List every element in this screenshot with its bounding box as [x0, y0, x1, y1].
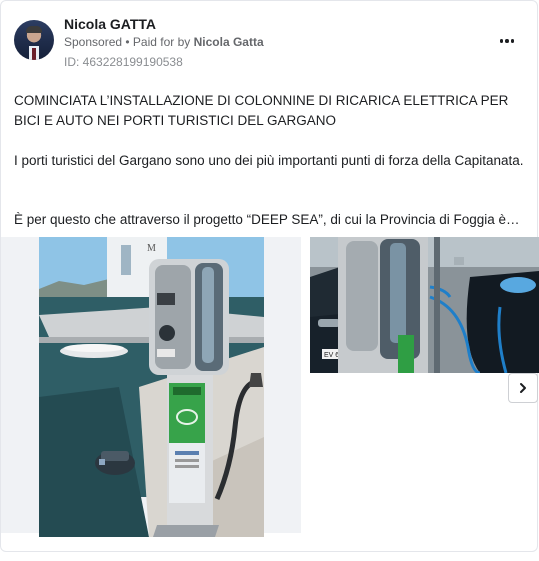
- author-name[interactable]: Nicola GATTA: [64, 16, 156, 32]
- post-text-headline: COMINCIATA L’INSTALLAZIONE DI COLONNINE …: [14, 93, 509, 128]
- more-horizontal-icon: [499, 39, 504, 43]
- ad-id: ID: 463228199190538: [64, 55, 183, 69]
- more-dot: [505, 39, 509, 43]
- avatar-hair: [26, 26, 42, 33]
- carousel-slide-1[interactable]: M: [1, 237, 301, 537]
- carousel-next-button[interactable]: [508, 373, 538, 403]
- carousel-slide-2[interactable]: EV 6.0MG: [310, 237, 539, 373]
- svg-text:M: M: [147, 243, 156, 254]
- more-dot: [510, 39, 515, 43]
- post-text-paragraph: I porti turistici del Gargano sono uno d…: [14, 153, 524, 168]
- media-carousel[interactable]: M EV: [1, 237, 539, 537]
- ad-post-card: Nicola GATTA Sponsored • Paid for by Nic…: [0, 0, 539, 552]
- post-text-truncated[interactable]: È per questo che attraverso il progetto …: [14, 210, 529, 230]
- sponsored-label: Sponsored: [64, 35, 123, 49]
- avatar-tie: [32, 48, 36, 60]
- charging-station-harbor-photo[interactable]: M: [39, 237, 264, 537]
- more-options-button[interactable]: [495, 31, 519, 51]
- paid-by-name: Nicola Gatta: [193, 35, 264, 49]
- sponsorship-line: Sponsored • Paid for by Nicola Gatta: [64, 35, 264, 49]
- paid-for-prefix: • Paid for by: [122, 35, 194, 49]
- chevron-right-icon: [520, 383, 526, 393]
- avatar[interactable]: [14, 20, 54, 60]
